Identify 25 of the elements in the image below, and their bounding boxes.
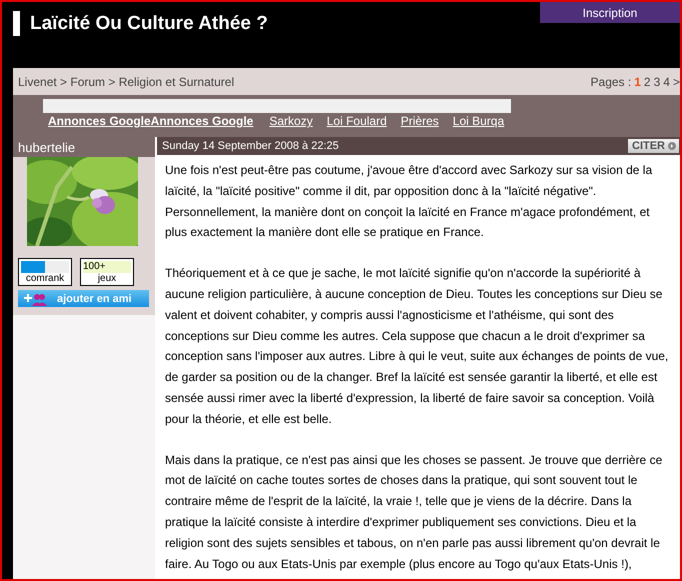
post-paragraph: Une fois n'est peut-être pas coutume, j'avoue être d'accord avec Sarkozy sur sa vision de la laïcité, la "laïcité positive" comme il dit, par opposition donc à la "laïcité négative". Personnellement, la manière dont on conçoit la laïcité en France m'agace profondément, et plus exactement la manière dont elle se pratique en France. <box>165 162 654 242</box>
games-label: jeux <box>98 273 116 285</box>
quote-button[interactable]: CITER <box>628 139 679 153</box>
post-paragraph: Théoriquement et à ce que je sache, le mot laïcité signifie qu'on n'accorde la supériorité à aucune religion particulière, à aucune conception de Dieu. Toutes les conceptions sur Dieu se valent et doivent cohabiter, y compris aussi l'agnosticisme et l'athéisme, qui sont des conceptions sur Dieu comme les autres. Cela suppose que chacun a le droit d'exprimer sa conception sans l'imposer aux autres. Libre à qui le veut, suite aux échanges de points de vue, de garder sa position ou de la changer. Bref la laïcité est sensée garantir la liberté, et elle est sensée aussi rimer avec la liberté d'expression, la liberté de faire savoir sa conception. Voilà pour la théorie, et elle est belle. <box>165 265 670 428</box>
comrank-label: comrank <box>26 273 64 285</box>
add-user-icon <box>21 292 47 306</box>
author-name: hubertelie <box>13 137 155 157</box>
ad-keyword-link[interactable]: Sarkozy <box>269 114 313 128</box>
post-date: Sunday 14 September 2008 à 22:25 <box>162 140 339 152</box>
ad-keyword-link[interactable]: Loi Foulard <box>326 114 387 128</box>
page-title: Laïcité Ou Culture Athée ? <box>30 12 268 34</box>
games-count: 100+ <box>83 261 131 273</box>
ads-label-link[interactable]: Annonces GoogleAnnonces Google <box>48 114 254 128</box>
page-link[interactable]: 4 <box>663 74 670 88</box>
ad-keyword-link[interactable]: Loi Burqa <box>452 114 504 128</box>
breadcrumb: Livenet > Forum > Religion et Surnaturel <box>18 74 234 88</box>
ad-keyword-link[interactable]: Prières <box>400 114 439 128</box>
next-page-link[interactable]: > <box>672 74 680 88</box>
pages-label: Pages : <box>590 74 632 88</box>
post-paragraph: Mais dans la pratique, ce n'est pas ainsi que les choses se passent. Je trouve que derrière ce mot de laïcité on cache toutes sortes de choses dans la pratique, qui sont souvent tout le contraire même de l'esprit de la laïcité, la vraie !, telle que je viens de la décrire. Dans la pratique la laïcité consiste à interdire d'exprimer publiquement ses convictions. Dieu et la religion sont des sujets sensibles et tabous, on n'en parle pas aussi librement qu'on devrait le faire. Au Togo ou aux Etats-Unis par exemple (plus encore au Togo qu'aux Etats-Unis !), <box>165 452 664 573</box>
title-marker <box>13 11 20 36</box>
add-friend-button[interactable]: ajouter en ami <box>18 290 149 307</box>
page-link[interactable]: 3 <box>654 74 660 88</box>
page-link[interactable]: 2 <box>644 74 651 88</box>
signup-button[interactable]: Inscription <box>540 2 680 23</box>
